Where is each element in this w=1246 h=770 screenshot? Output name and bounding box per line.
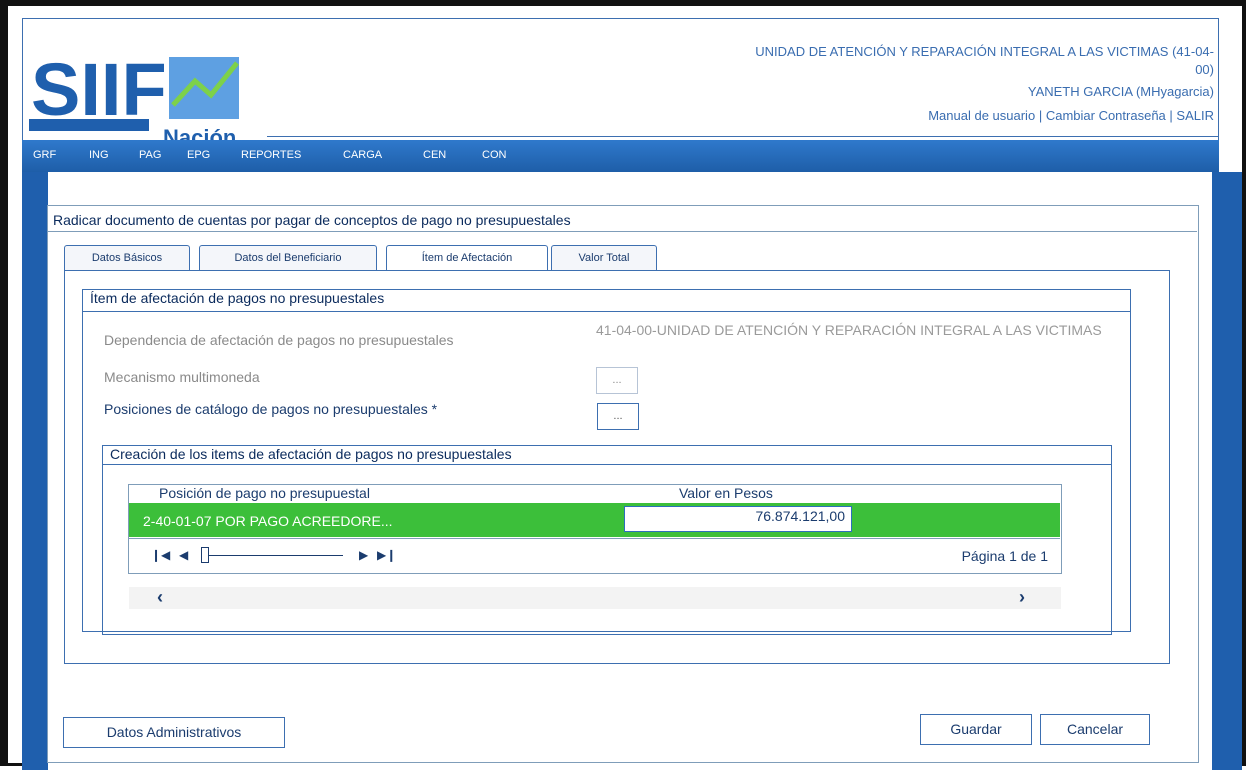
posicion-cell: 2-40-01-07 POR PAGO ACREEDORE... xyxy=(143,513,393,529)
separator: | xyxy=(1169,108,1173,123)
page-indicator: Página 1 de 1 xyxy=(961,548,1048,564)
tab-datos-basicos[interactable]: Datos Básicos xyxy=(64,245,190,270)
tab-datos-beneficiario[interactable]: Datos del Beneficiario xyxy=(199,245,377,270)
manual-link[interactable]: Manual de usuario xyxy=(928,108,1035,123)
section-title: Ítem de afectación de pagos no presupues… xyxy=(90,290,385,306)
menu-cen[interactable]: CEN xyxy=(423,149,446,161)
main-menu: GRF ING PAG EPG REPORTES CARGA CEN CON xyxy=(22,140,1219,172)
change-password-link[interactable]: Cambiar Contraseña xyxy=(1046,108,1166,123)
scroll-right-icon[interactable]: › xyxy=(1019,587,1025,608)
valor-input[interactable]: 76.874.121,00 xyxy=(624,506,852,532)
section-divider xyxy=(82,311,1130,312)
column-header-posicion: Posición de pago no presupuestal xyxy=(159,485,370,501)
grid-pager: ❙◀ ◀ ▶ ▶❙ Página 1 de 1 xyxy=(129,538,1060,571)
menu-reportes[interactable]: REPORTES xyxy=(241,149,301,161)
page-slider-track xyxy=(203,555,343,556)
logout-link[interactable]: SALIR xyxy=(1176,108,1214,123)
app-header: SIIF Nación UNIDAD DE ATENCIÓN Y REPARAC… xyxy=(22,18,1219,149)
user-name: YANETH GARCIA (MHyagarcia) xyxy=(1027,84,1214,99)
header-links: Manual de usuario | Cambiar Contraseña |… xyxy=(744,107,1214,125)
page-background-right xyxy=(1212,172,1242,770)
separator: | xyxy=(1038,108,1043,123)
tab-valor-total[interactable]: Valor Total xyxy=(551,245,657,270)
posiciones-button[interactable]: ... xyxy=(597,403,639,430)
datos-administrativos-button[interactable]: Datos Administrativos xyxy=(63,717,285,748)
dependencia-label: Dependencia de afectación de pagos no pr… xyxy=(104,332,454,348)
header-info: UNIDAD DE ATENCIÓN Y REPARACIÓN INTEGRAL… xyxy=(744,43,1214,125)
first-page-icon[interactable]: ❙◀ xyxy=(151,548,170,562)
header-divider xyxy=(267,136,1218,137)
scroll-left-icon[interactable]: ‹ xyxy=(157,587,163,608)
window-frame-left xyxy=(0,0,8,766)
column-header-valor: Valor en Pesos xyxy=(679,485,773,501)
title-divider xyxy=(47,231,1197,232)
subsection-title: Creación de los items de afectación de p… xyxy=(110,446,512,462)
grid-header: Posición de pago no presupuestal Valor e… xyxy=(129,485,1060,503)
menu-carga[interactable]: CARGA xyxy=(343,149,382,161)
cancelar-button[interactable]: Cancelar xyxy=(1040,714,1150,745)
menu-grf[interactable]: GRF xyxy=(33,149,56,161)
logo-text: SIIF xyxy=(31,49,167,131)
subsection-divider xyxy=(102,464,1111,465)
entity-name: UNIDAD DE ATENCIÓN Y REPARACIÓN INTEGRAL… xyxy=(755,44,1214,77)
guardar-button[interactable]: Guardar xyxy=(920,714,1032,745)
dependencia-value: 41-04-00-UNIDAD DE ATENCIÓN Y REPARACIÓN… xyxy=(596,322,1102,338)
page-slider-thumb[interactable] xyxy=(201,547,209,563)
multimoneda-label: Mecanismo multimoneda xyxy=(104,369,260,385)
table-row[interactable]: 2-40-01-07 POR PAGO ACREEDORE... 76.874.… xyxy=(129,503,1060,537)
siif-logo: SIIF Nación xyxy=(29,49,249,149)
posiciones-label: Posiciones de catálogo de pagos no presu… xyxy=(104,401,438,417)
prev-page-icon[interactable]: ◀ xyxy=(179,548,188,562)
menu-ing[interactable]: ING xyxy=(89,149,109,161)
menu-con[interactable]: CON xyxy=(482,149,506,161)
last-page-icon[interactable]: ▶❙ xyxy=(377,548,396,562)
window-frame-top xyxy=(0,0,1246,6)
window-frame-right xyxy=(1242,0,1246,766)
horizontal-scrollbar[interactable]: ‹ › xyxy=(129,587,1061,609)
next-page-icon[interactable]: ▶ xyxy=(359,548,368,562)
multimoneda-button[interactable]: ... xyxy=(596,367,638,394)
menu-epg[interactable]: EPG xyxy=(187,149,210,161)
page-title: Radicar documento de cuentas por pagar d… xyxy=(53,212,571,228)
menu-pag[interactable]: PAG xyxy=(139,149,161,161)
tab-item-afectacion[interactable]: Ítem de Afectación xyxy=(386,245,548,271)
